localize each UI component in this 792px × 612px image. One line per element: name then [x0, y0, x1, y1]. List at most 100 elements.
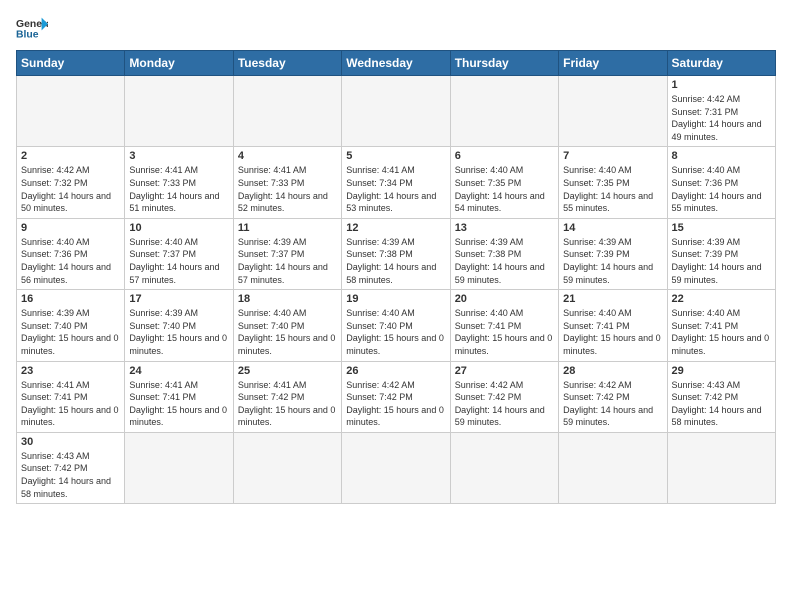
weekday-header-wednesday: Wednesday: [342, 51, 450, 76]
day-number: 4: [238, 150, 337, 162]
day-info: Sunrise: 4:43 AM Sunset: 7:42 PM Dayligh…: [672, 379, 771, 429]
day-number: 29: [672, 365, 771, 377]
calendar-cell: 19 Sunrise: 4:40 AM Sunset: 7:40 PM Dayli…: [342, 290, 450, 361]
day-info: Sunrise: 4:39 AM Sunset: 7:38 PM Dayligh…: [346, 236, 445, 286]
calendar-cell: [17, 76, 125, 147]
calendar-cell: [559, 432, 667, 503]
day-info: Sunrise: 4:39 AM Sunset: 7:40 PM Dayligh…: [129, 307, 228, 357]
weekday-header-row: SundayMondayTuesdayWednesdayThursdayFrid…: [17, 51, 776, 76]
calendar-cell: 2 Sunrise: 4:42 AM Sunset: 7:32 PM Daylig…: [17, 147, 125, 218]
calendar-cell: 16 Sunrise: 4:39 AM Sunset: 7:40 PM Dayli…: [17, 290, 125, 361]
calendar-cell: 3Sunrise: 4:41 AM Sunset: 7:33 PM Daylig…: [125, 147, 233, 218]
logo: General Blue: [16, 16, 48, 40]
calendar-table: SundayMondayTuesdayWednesdayThursdayFrid…: [16, 50, 776, 504]
day-info: Sunrise: 4:40 AM Sunset: 7:36 PM Dayligh…: [672, 164, 771, 214]
day-number: 28: [563, 365, 662, 377]
day-number: 27: [455, 365, 554, 377]
calendar-week-row: 16 Sunrise: 4:39 AM Sunset: 7:40 PM Dayli…: [17, 290, 776, 361]
day-number: 12: [346, 222, 445, 234]
day-number: 30: [21, 436, 120, 448]
day-info: Sunrise: 4:40 AM Sunset: 7:36 PM Dayligh…: [21, 236, 120, 286]
day-number: 25: [238, 365, 337, 377]
day-info: Sunrise: 4:40 AM Sunset: 7:37 PM Dayligh…: [129, 236, 228, 286]
day-number: 5: [346, 150, 445, 162]
day-info: Sunrise: 4:39 AM Sunset: 7:39 PM Dayligh…: [563, 236, 662, 286]
calendar-cell: 8 Sunrise: 4:40 AM Sunset: 7:36 PM Daylig…: [667, 147, 775, 218]
day-number: 22: [672, 293, 771, 305]
day-info: Sunrise: 4:40 AM Sunset: 7:41 PM Dayligh…: [672, 307, 771, 357]
calendar-cell: [559, 76, 667, 147]
calendar-cell: [342, 432, 450, 503]
calendar-cell: 28 Sunrise: 4:42 AM Sunset: 7:42 PM Dayli…: [559, 361, 667, 432]
day-number: 7: [563, 150, 662, 162]
day-number: 2: [21, 150, 120, 162]
day-info: Sunrise: 4:40 AM Sunset: 7:35 PM Dayligh…: [455, 164, 554, 214]
calendar-cell: 25 Sunrise: 4:41 AM Sunset: 7:42 PM Dayli…: [233, 361, 341, 432]
weekday-header-tuesday: Tuesday: [233, 51, 341, 76]
day-info: Sunrise: 4:39 AM Sunset: 7:37 PM Dayligh…: [238, 236, 337, 286]
day-number: 15: [672, 222, 771, 234]
weekday-header-friday: Friday: [559, 51, 667, 76]
weekday-header-thursday: Thursday: [450, 51, 558, 76]
day-number: 9: [21, 222, 120, 234]
day-number: 24: [129, 365, 228, 377]
day-info: Sunrise: 4:40 AM Sunset: 7:41 PM Dayligh…: [563, 307, 662, 357]
calendar-cell: 1Sunrise: 4:42 AM Sunset: 7:31 PM Daylig…: [667, 76, 775, 147]
day-number: 8: [672, 150, 771, 162]
day-number: 13: [455, 222, 554, 234]
calendar-week-row: 30 Sunrise: 4:43 AM Sunset: 7:42 PM Dayli…: [17, 432, 776, 503]
calendar-cell: 5Sunrise: 4:41 AM Sunset: 7:34 PM Daylig…: [342, 147, 450, 218]
day-info: Sunrise: 4:40 AM Sunset: 7:40 PM Dayligh…: [346, 307, 445, 357]
calendar-cell: [450, 432, 558, 503]
calendar-cell: 10 Sunrise: 4:40 AM Sunset: 7:37 PM Dayli…: [125, 218, 233, 289]
day-info: Sunrise: 4:43 AM Sunset: 7:42 PM Dayligh…: [21, 450, 120, 500]
day-number: 6: [455, 150, 554, 162]
calendar-cell: 9 Sunrise: 4:40 AM Sunset: 7:36 PM Daylig…: [17, 218, 125, 289]
calendar-cell: 29 Sunrise: 4:43 AM Sunset: 7:42 PM Dayli…: [667, 361, 775, 432]
calendar-cell: [125, 76, 233, 147]
day-info: Sunrise: 4:42 AM Sunset: 7:42 PM Dayligh…: [563, 379, 662, 429]
calendar-cell: [342, 76, 450, 147]
day-number: 10: [129, 222, 228, 234]
day-info: Sunrise: 4:40 AM Sunset: 7:40 PM Dayligh…: [238, 307, 337, 357]
calendar-cell: [450, 76, 558, 147]
calendar-week-row: 2 Sunrise: 4:42 AM Sunset: 7:32 PM Daylig…: [17, 147, 776, 218]
calendar-cell: [233, 76, 341, 147]
day-info: Sunrise: 4:41 AM Sunset: 7:42 PM Dayligh…: [238, 379, 337, 429]
day-info: Sunrise: 4:39 AM Sunset: 7:39 PM Dayligh…: [672, 236, 771, 286]
svg-text:Blue: Blue: [16, 30, 39, 40]
weekday-header-monday: Monday: [125, 51, 233, 76]
calendar-cell: 22 Sunrise: 4:40 AM Sunset: 7:41 PM Dayli…: [667, 290, 775, 361]
day-info: Sunrise: 4:42 AM Sunset: 7:32 PM Dayligh…: [21, 164, 120, 214]
calendar-cell: [667, 432, 775, 503]
calendar-cell: 7Sunrise: 4:40 AM Sunset: 7:35 PM Daylig…: [559, 147, 667, 218]
calendar-cell: 24 Sunrise: 4:41 AM Sunset: 7:41 PM Dayli…: [125, 361, 233, 432]
calendar-cell: 4 Sunrise: 4:41 AM Sunset: 7:33 PM Daylig…: [233, 147, 341, 218]
day-number: 16: [21, 293, 120, 305]
calendar-week-row: 1Sunrise: 4:42 AM Sunset: 7:31 PM Daylig…: [17, 76, 776, 147]
day-number: 14: [563, 222, 662, 234]
calendar-week-row: 23Sunrise: 4:41 AM Sunset: 7:41 PM Dayli…: [17, 361, 776, 432]
day-info: Sunrise: 4:39 AM Sunset: 7:38 PM Dayligh…: [455, 236, 554, 286]
calendar-cell: 27 Sunrise: 4:42 AM Sunset: 7:42 PM Dayli…: [450, 361, 558, 432]
calendar-cell: 11Sunrise: 4:39 AM Sunset: 7:37 PM Dayli…: [233, 218, 341, 289]
calendar-week-row: 9 Sunrise: 4:40 AM Sunset: 7:36 PM Daylig…: [17, 218, 776, 289]
day-info: Sunrise: 4:42 AM Sunset: 7:31 PM Dayligh…: [672, 93, 771, 143]
day-info: Sunrise: 4:39 AM Sunset: 7:40 PM Dayligh…: [21, 307, 120, 357]
day-info: Sunrise: 4:41 AM Sunset: 7:33 PM Dayligh…: [238, 164, 337, 214]
generalblue-logo-icon: General Blue: [16, 16, 48, 40]
calendar-cell: 21 Sunrise: 4:40 AM Sunset: 7:41 PM Dayli…: [559, 290, 667, 361]
calendar-cell: [125, 432, 233, 503]
day-info: Sunrise: 4:42 AM Sunset: 7:42 PM Dayligh…: [455, 379, 554, 429]
day-number: 20: [455, 293, 554, 305]
calendar-cell: 12 Sunrise: 4:39 AM Sunset: 7:38 PM Dayli…: [342, 218, 450, 289]
header: General Blue: [16, 16, 776, 40]
day-info: Sunrise: 4:41 AM Sunset: 7:41 PM Dayligh…: [129, 379, 228, 429]
day-number: 21: [563, 293, 662, 305]
day-number: 19: [346, 293, 445, 305]
calendar-cell: 23Sunrise: 4:41 AM Sunset: 7:41 PM Dayli…: [17, 361, 125, 432]
day-info: Sunrise: 4:40 AM Sunset: 7:41 PM Dayligh…: [455, 307, 554, 357]
day-info: Sunrise: 4:41 AM Sunset: 7:41 PM Dayligh…: [21, 379, 120, 429]
day-info: Sunrise: 4:42 AM Sunset: 7:42 PM Dayligh…: [346, 379, 445, 429]
calendar-cell: 6 Sunrise: 4:40 AM Sunset: 7:35 PM Daylig…: [450, 147, 558, 218]
